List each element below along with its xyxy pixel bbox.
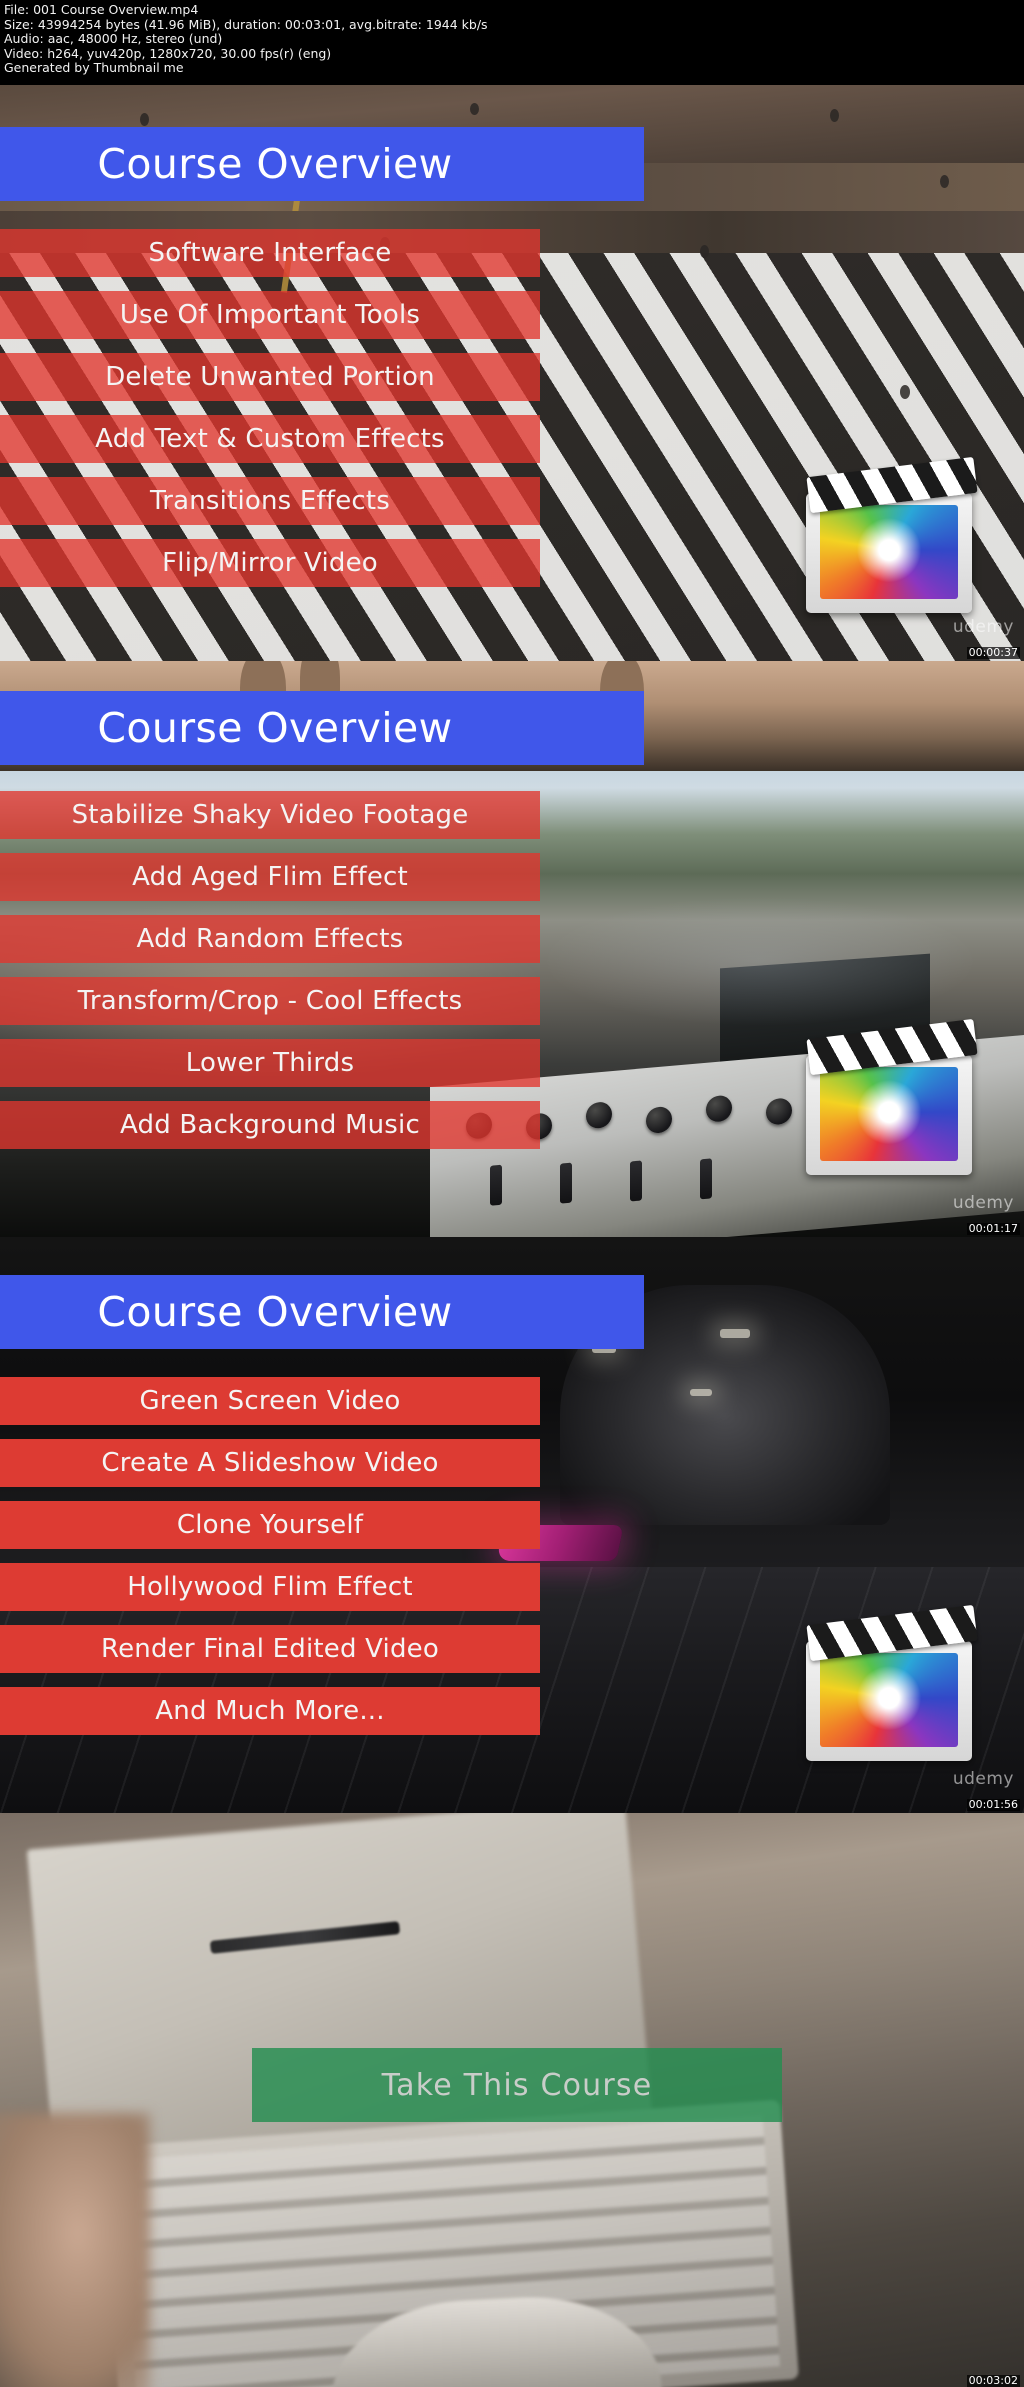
frame-2-item-6-label: Add Background Music — [120, 1110, 420, 1140]
pedestrian — [830, 109, 839, 122]
clapperboard-body — [806, 1055, 972, 1175]
frame-1-item-2: Use Of Important Tools — [0, 291, 540, 339]
take-this-course-cta[interactable]: Take This Course — [252, 2048, 782, 2122]
frame-3-item-2: Create A Slideshow Video — [0, 1439, 540, 1487]
tunnel-lamp — [690, 1389, 712, 1396]
frame-2-item-1: Stabilize Shaky Video Footage — [0, 791, 540, 839]
frame-3-item-3-label: Clone Yourself — [176, 1510, 364, 1540]
video-frame-4: Take This Course 00:03:02 — [0, 1813, 1024, 2387]
mixer-fader — [630, 1160, 642, 1202]
video-metadata-header: File: 001 Course Overview.mp4 Size: 4399… — [0, 0, 1024, 85]
mixer-knob — [766, 1097, 792, 1126]
video-frame-1: Course Overview Software Interface Use O… — [0, 85, 1024, 661]
pedestrian — [900, 385, 910, 399]
final-cut-pro-clapperboard-icon — [800, 1018, 978, 1179]
frame-1-item-1-label: Software Interface — [148, 238, 392, 268]
video-frame-3: Course Overview Green Screen Video Creat… — [0, 1237, 1024, 1813]
frame-1-item-3-label: Delete Unwanted Portion — [105, 362, 435, 392]
metadata-line-generator: Generated by Thumbnail me — [4, 60, 184, 76]
final-cut-pro-clapperboard-icon — [800, 456, 978, 617]
frame-2-item-2-label: Add Aged Flim Effect — [132, 862, 408, 892]
frame-2-item-5-label: Lower Thirds — [185, 1048, 355, 1078]
frame-1-item-1: Software Interface — [0, 229, 540, 277]
frame-1-item-5-label: Transitions Effects — [149, 486, 391, 516]
metadata-line-video: Video: h264, yuv420p, 1280x720, 30.00 fp… — [4, 45, 332, 61]
frame-1-item-6-label: Flip/Mirror Video — [162, 548, 378, 578]
mixer-knob — [646, 1105, 672, 1135]
clapperboard-color-screen — [820, 505, 958, 599]
frame-2-item-5: Lower Thirds — [0, 1039, 540, 1087]
pedestrian — [140, 113, 149, 126]
frame-4-timecode: 00:03:02 — [966, 2374, 1020, 2387]
frame-3-item-1: Green Screen Video — [0, 1377, 540, 1425]
frame-1-item-5: Transitions Effects — [0, 477, 540, 525]
metadata-line-size: Size: 43994254 bytes (41.96 MiB), durati… — [4, 16, 488, 32]
frame-3-item-2-label: Create A Slideshow Video — [101, 1448, 439, 1478]
mixer-knob — [586, 1101, 612, 1130]
frame-2-timecode: 00:01:17 — [966, 1222, 1020, 1235]
video-frame-2: Course Overview Stabilize Shaky Video Fo… — [0, 661, 1024, 1237]
frame-1-item-4-label: Add Text & Custom Effects — [95, 424, 445, 454]
mixer-fader — [490, 1164, 502, 1206]
frame-3-title-banner: Course Overview — [0, 1275, 644, 1349]
frame-1-item-6: Flip/Mirror Video — [0, 539, 540, 587]
frame-2-title: Course Overview — [97, 704, 453, 752]
frame-2-item-3: Add Random Effects — [0, 915, 540, 963]
frame-1-title: Course Overview — [97, 140, 453, 188]
frame-2-item-1-label: Stabilize Shaky Video Footage — [71, 800, 469, 830]
frame-2-item-6: Add Background Music — [0, 1101, 540, 1149]
frame-1-item-4: Add Text & Custom Effects — [0, 415, 540, 463]
udemy-watermark: udemy — [952, 617, 1014, 637]
clapperboard-color-screen — [820, 1653, 958, 1747]
udemy-watermark: udemy — [952, 1193, 1014, 1213]
frame-3-item-5-label: Render Final Edited Video — [101, 1634, 439, 1664]
clapperboard-body — [806, 1641, 972, 1761]
pedestrian — [470, 103, 479, 115]
pedestrian — [700, 245, 709, 258]
frame-3-item-6-label: And Much More... — [155, 1696, 385, 1726]
mixer-knob — [706, 1094, 732, 1123]
frame-1-item-3: Delete Unwanted Portion — [0, 353, 540, 401]
pedestrian — [940, 175, 949, 188]
frame-2-item-4: Transform/Crop - Cool Effects — [0, 977, 540, 1025]
mixer-fader — [700, 1158, 712, 1200]
frame-2-item-2: Add Aged Flim Effect — [0, 853, 540, 901]
tunnel-lamp — [720, 1329, 750, 1338]
frame-3-item-4: Hollywood Flim Effect — [0, 1563, 540, 1611]
mixer-fader — [560, 1162, 572, 1204]
frame-4-hand — [0, 2113, 150, 2387]
frame-2-title-banner: Course Overview — [0, 691, 644, 765]
frame-2-item-4-label: Transform/Crop - Cool Effects — [77, 986, 463, 1016]
clapperboard-color-screen — [820, 1067, 958, 1161]
metadata-line-audio: Audio: aac, 48000 Hz, stereo (und) — [4, 31, 223, 47]
thumbnail-contact-sheet: File: 001 Course Overview.mp4 Size: 4399… — [0, 0, 1024, 2387]
frame-3-item-3: Clone Yourself — [0, 1501, 540, 1549]
frame-3-item-1-label: Green Screen Video — [139, 1386, 401, 1416]
take-this-course-label: Take This Course — [381, 2067, 653, 2103]
clapperboard-body — [806, 493, 972, 613]
metadata-line-file: File: 001 Course Overview.mp4 — [4, 2, 199, 17]
frame-3-item-4-label: Hollywood Flim Effect — [127, 1572, 413, 1602]
final-cut-pro-clapperboard-icon — [800, 1604, 978, 1765]
frame-3-item-5: Render Final Edited Video — [0, 1625, 540, 1673]
frame-3-title: Course Overview — [97, 1288, 453, 1336]
frame-2-item-3-label: Add Random Effects — [136, 924, 404, 954]
frame-1-title-banner: Course Overview — [0, 127, 644, 201]
frame-1-item-2-label: Use Of Important Tools — [119, 300, 421, 330]
udemy-watermark: udemy — [952, 1769, 1014, 1789]
frame-3-timecode: 00:01:56 — [966, 1798, 1020, 1811]
frame-3-item-6: And Much More... — [0, 1687, 540, 1735]
frame-1-timecode: 00:00:37 — [966, 646, 1020, 659]
